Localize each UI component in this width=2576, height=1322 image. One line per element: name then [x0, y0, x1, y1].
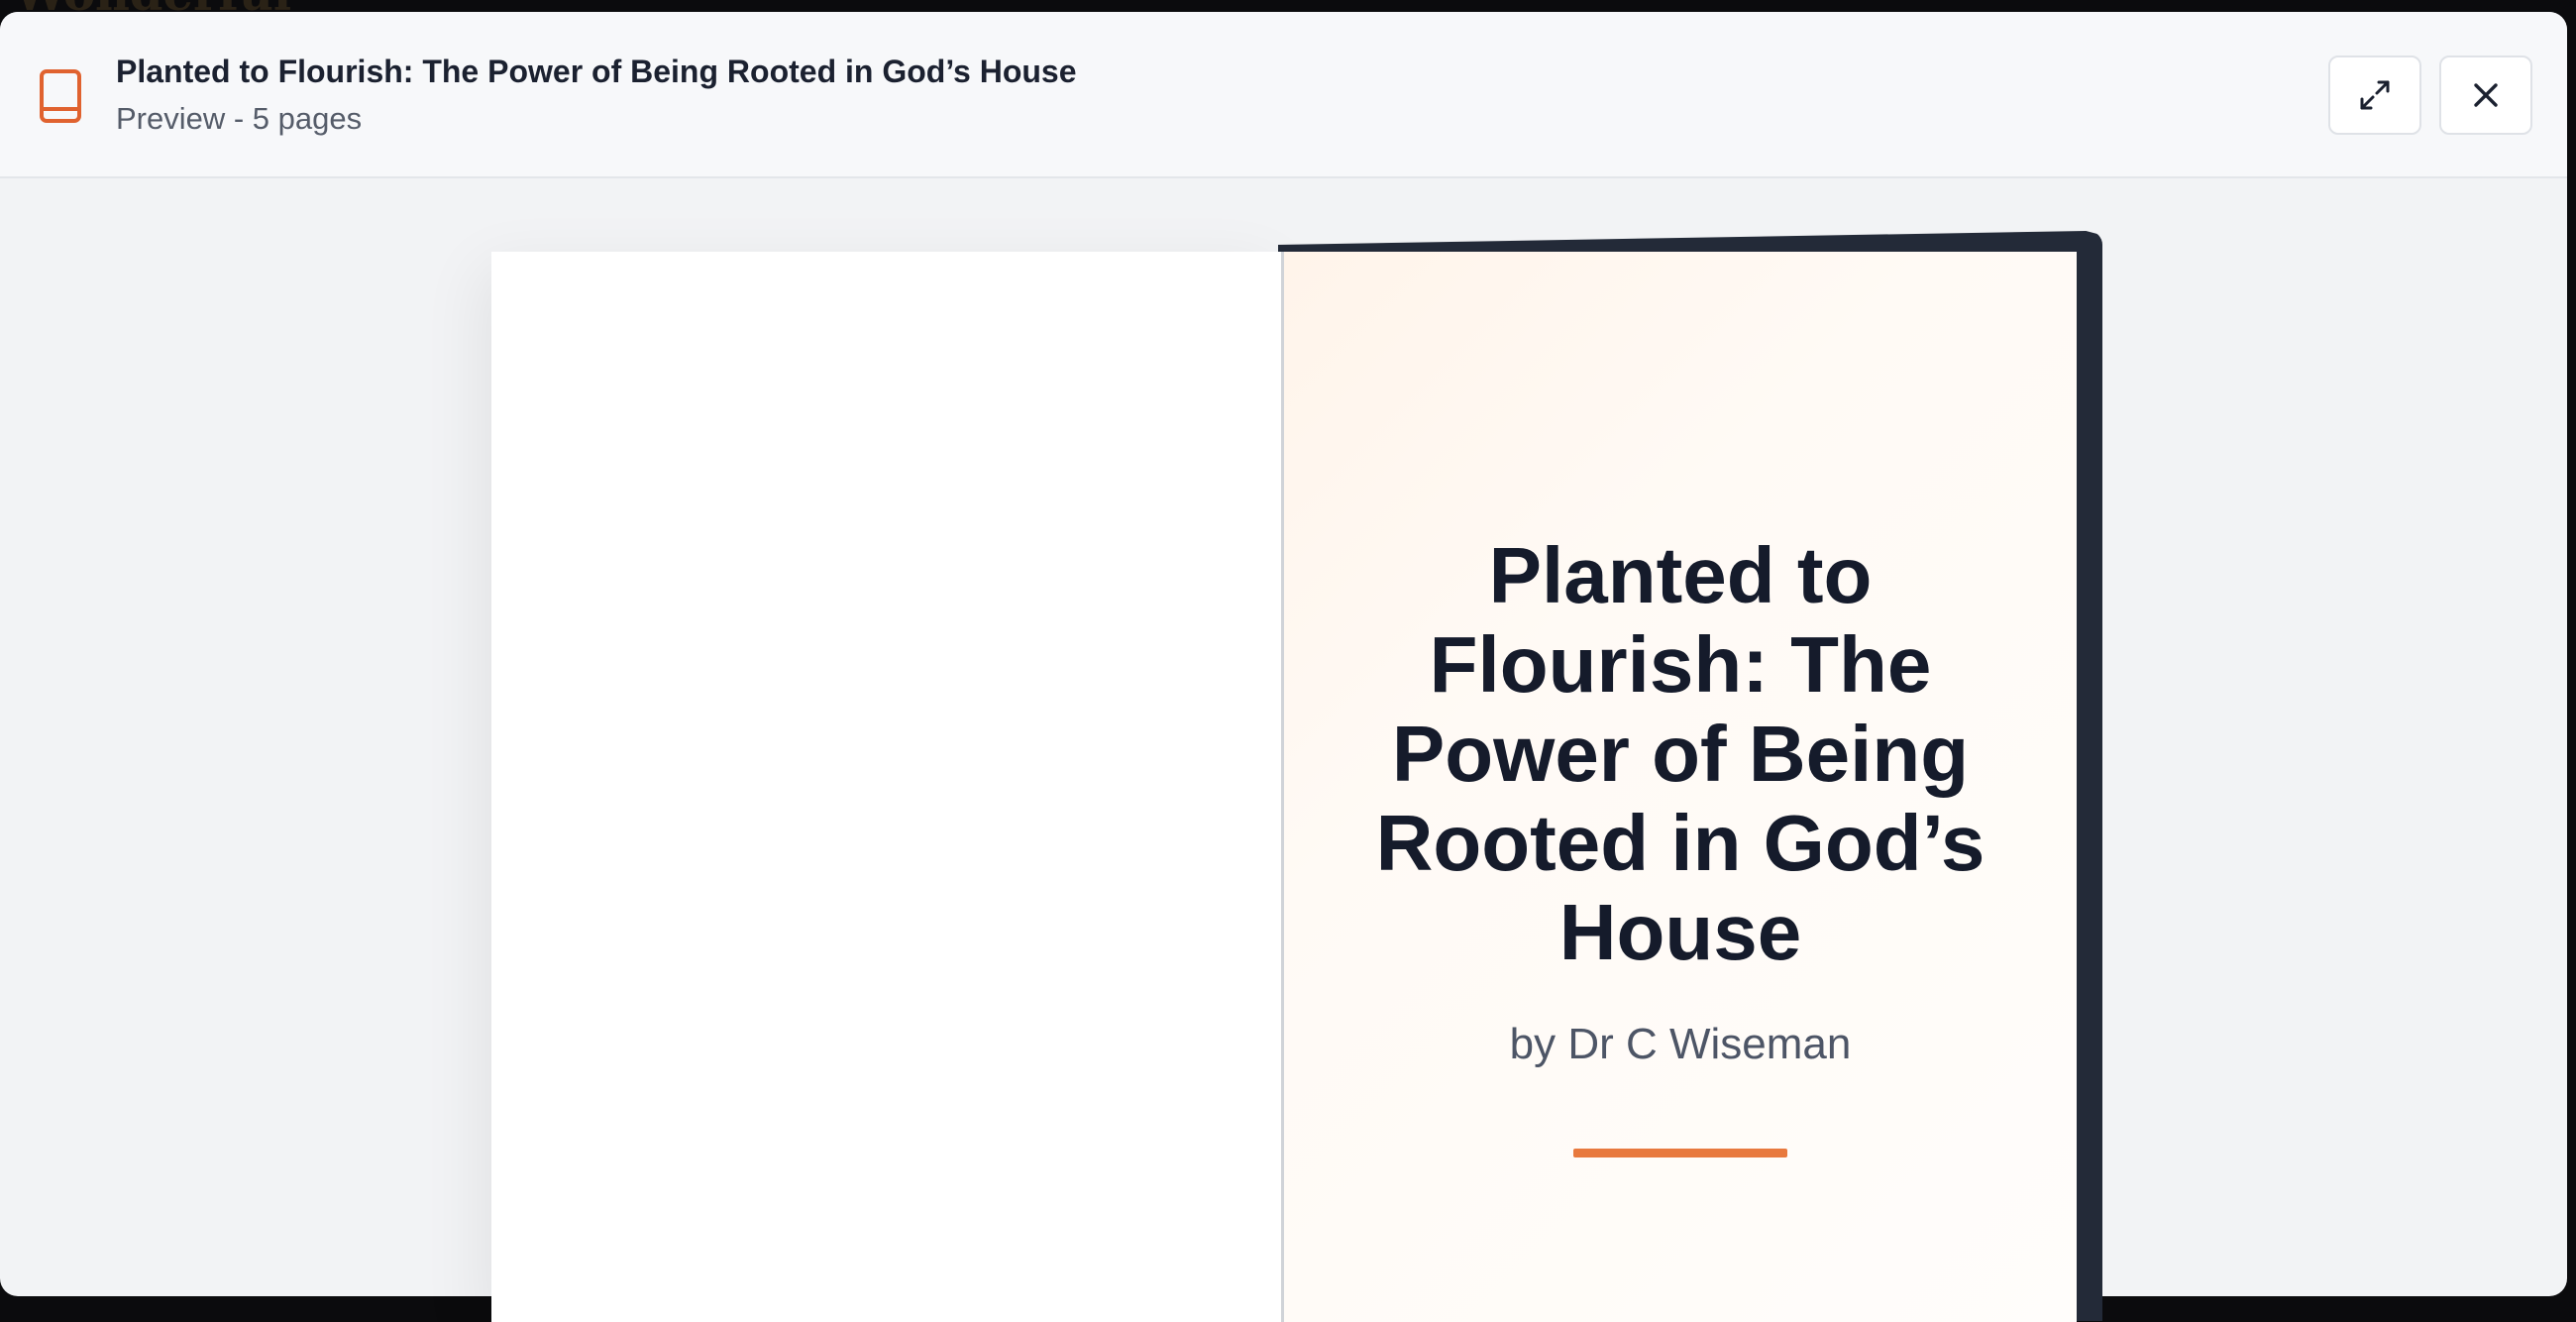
page-count-label: Preview - 5 pages	[116, 101, 363, 136]
close-icon	[2474, 83, 2498, 107]
book-cover-page[interactable]: Planted to Flourish: The Power of Being …	[1284, 252, 2077, 1322]
modal-title: Planted to Flourish: The Power of Being …	[116, 54, 1077, 89]
cover-author: by Dr C Wiseman	[1509, 1020, 1852, 1068]
cover-title: Planted to Flourish: The Power of Being …	[1375, 531, 1986, 976]
modal-header: Planted to Flourish: The Power of Being …	[0, 12, 2567, 178]
expand-button[interactable]	[2328, 55, 2421, 135]
cover-divider	[1573, 1149, 1787, 1157]
expand-icon	[2360, 80, 2390, 110]
book-icon	[40, 69, 81, 123]
book-left-page[interactable]	[491, 252, 1284, 1322]
close-button[interactable]	[2439, 55, 2532, 135]
